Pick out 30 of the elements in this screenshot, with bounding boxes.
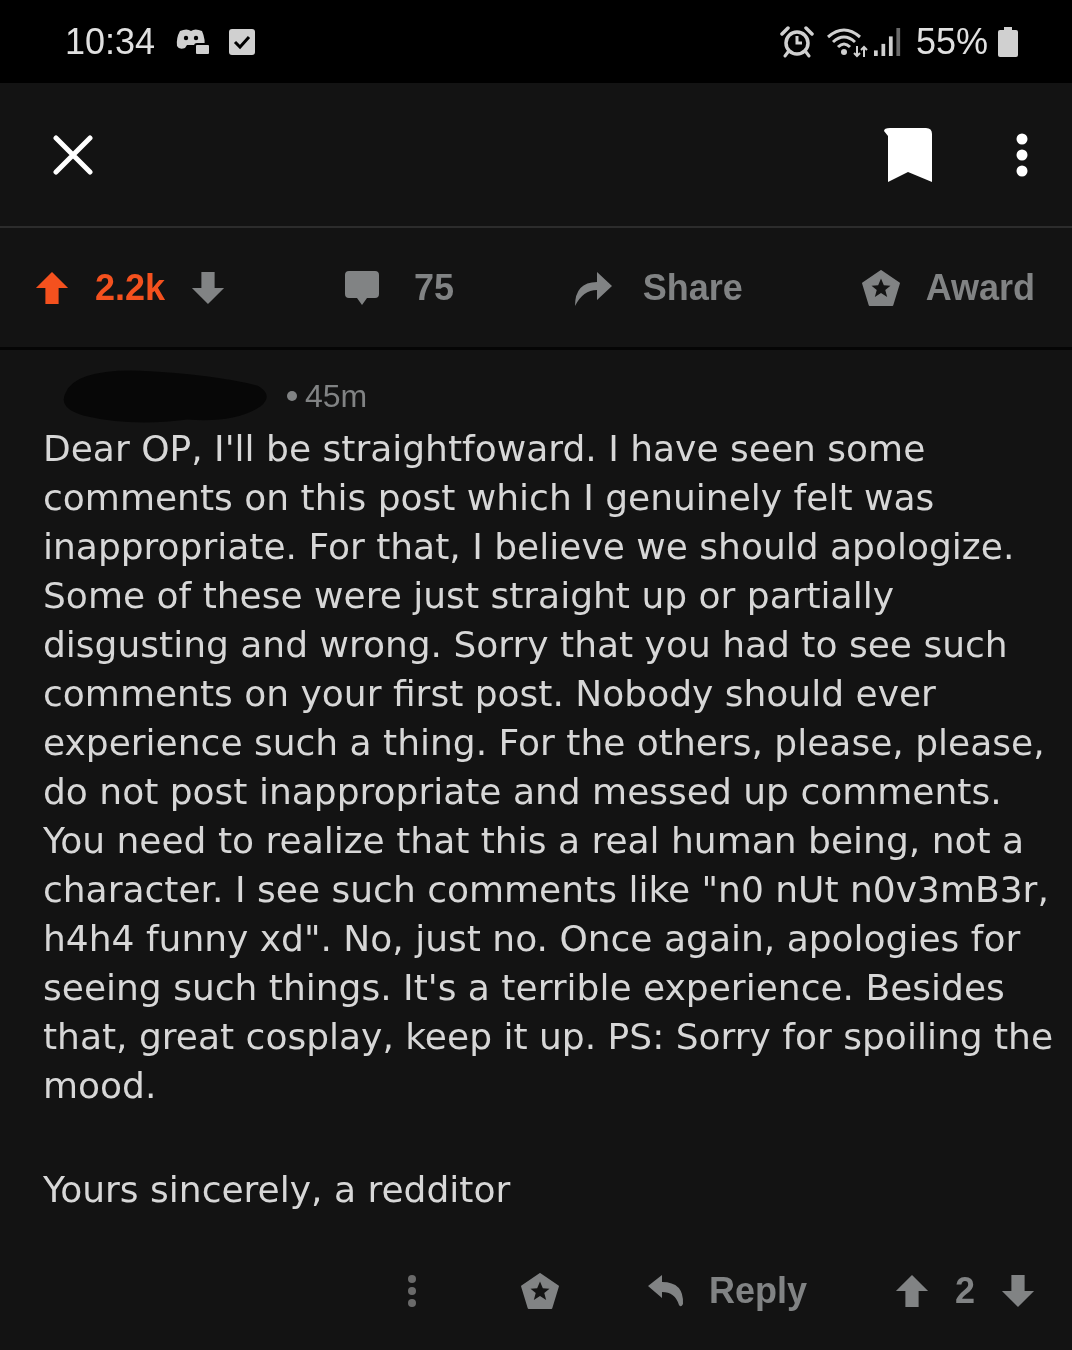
comment-text: Yours sincerely, a redditor [43,1168,512,1212]
comments-button[interactable]: 75 [343,266,454,309]
alarm-clock-icon [779,25,814,58]
downvote-icon[interactable] [1001,1274,1035,1308]
check-square-icon [229,28,256,55]
wifi-icon [825,25,870,58]
upvote-icon[interactable] [35,270,69,305]
downvote-icon[interactable] [191,270,226,305]
signal-bars-icon [873,27,902,56]
comment-score: 2 [954,1270,975,1312]
share-arrow-icon [572,269,613,306]
battery-percent: 55% [915,20,988,63]
award-button[interactable]: Award [861,266,1035,309]
comment-text: Dear OP, I'll be straightfoward. I have seen some comments on this post which I genuinely felt was inappropriate. For that, I believe we should apologize. Some of these were just straight up or partially disgusting and wrong. Sorry that you had to see such comments on your first post. Nobody should ever experience such a thing. For the others, please, please, do not post inappropriate and messed up comments. You need to realize that this a real human being, not a character. I see such comments like "n0 nUt n0v3mB3r, h4h4 funny xd". No, just no. Once again, apologies for seeing such things. It's a terrible experience. Besides that, great cosplay, keep it up. PS: Sorry for spoiling the mood. [43,427,1055,1108]
reply-button[interactable]: Reply [646,1270,807,1312]
more-options-icon[interactable] [1016,132,1028,177]
share-button[interactable]: Share [572,266,743,309]
post-score: 2.2k [95,266,166,309]
battery-icon [998,26,1018,57]
comment-bubble-icon [343,269,380,306]
award-star-icon[interactable] [520,1273,559,1309]
comment-age: 45m [305,377,368,415]
gamepad-chat-icon [175,27,212,56]
award-star-icon [861,269,900,306]
close-button[interactable] [53,134,93,175]
upvote-icon[interactable] [894,1274,929,1308]
clock-time: 10:34 [65,20,156,63]
reply-arrow-icon [646,1274,685,1308]
bookmark-icon[interactable] [884,127,932,182]
separator-dot-icon [287,391,297,401]
